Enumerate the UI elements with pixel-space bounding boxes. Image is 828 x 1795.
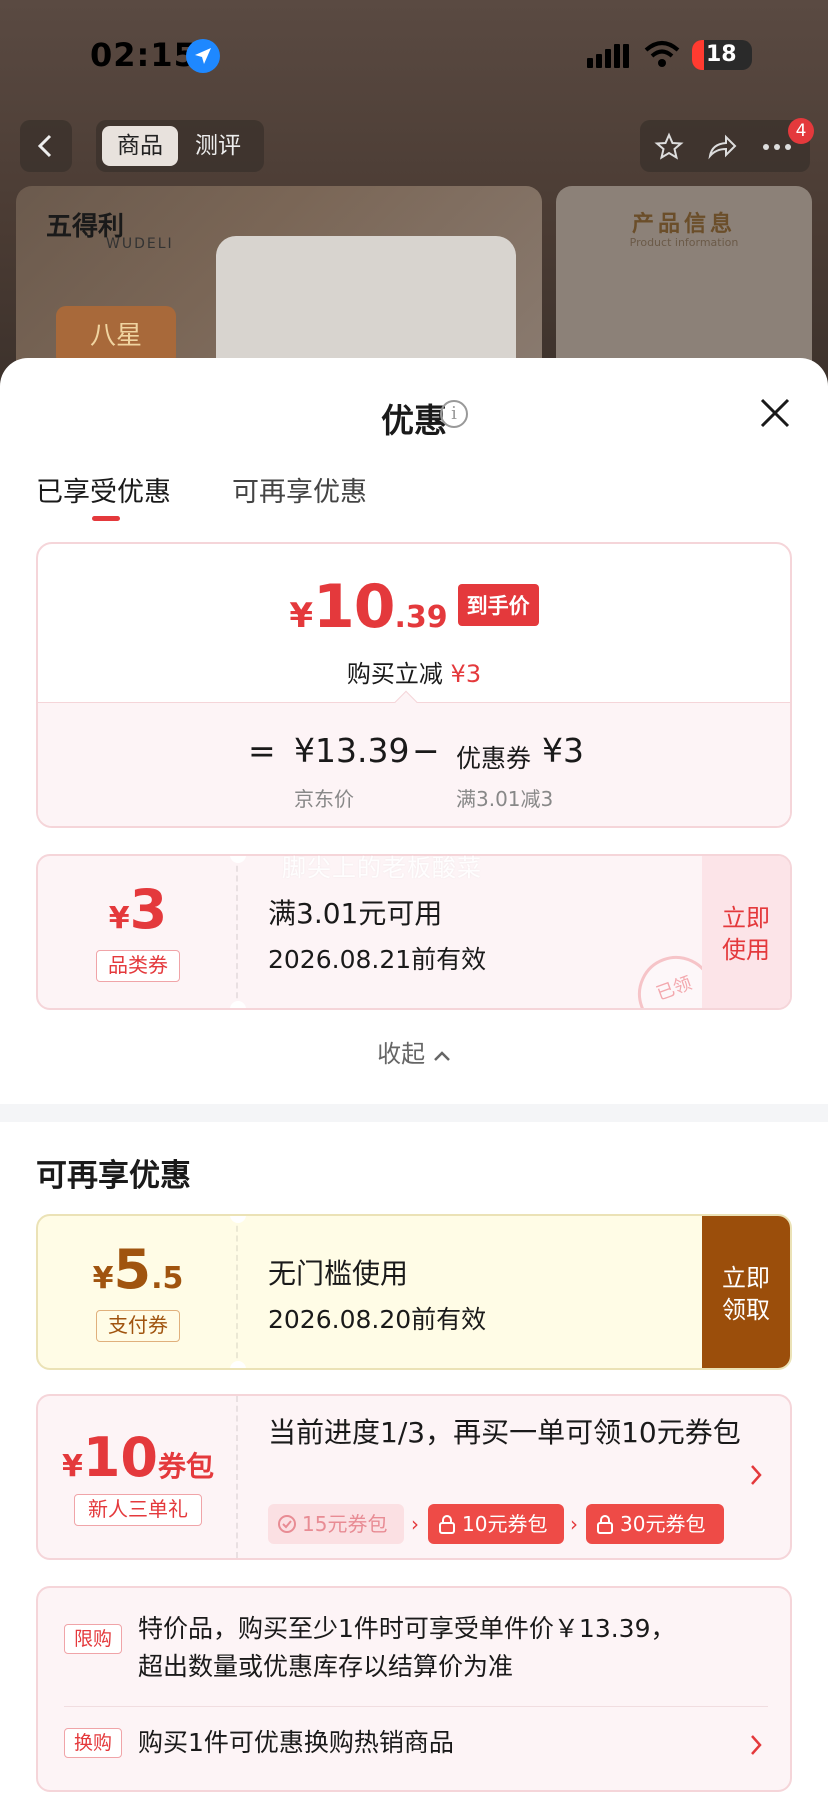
coupon-kind-badge: 品类券 (96, 950, 180, 982)
share-icon[interactable] (706, 132, 738, 162)
tab-more-discounts[interactable]: 可再享优惠 (232, 470, 367, 509)
product-info-image[interactable]: 产品信息 Product information (556, 186, 812, 386)
star-icon[interactable] (654, 132, 684, 162)
use-now-button[interactable]: 立即 使用 (702, 856, 790, 1008)
cellular-signal-icon (587, 44, 631, 72)
status-time: 02:15 (90, 36, 197, 74)
section-divider (0, 1104, 828, 1122)
pay-coupon-kind-badge: 支付券 (96, 1310, 180, 1342)
rule-tag-exchange: 换购 (64, 1728, 122, 1758)
lock-icon (597, 1515, 613, 1534)
saving-line: 购买立减 ¥3 (38, 654, 790, 689)
final-price: ¥10.39 到手价 (38, 572, 790, 642)
discount-sheet: 优惠 i 已享受优惠 可再享优惠 ¥10.39 到手价 购买立减 ¥3 = ¥13… (0, 358, 828, 1795)
bundle-amount: ¥10券包 (61, 1426, 215, 1489)
coupon-expiry: 2026.08.21前有效 (268, 945, 487, 974)
final-price-tag: 到手价 (457, 584, 539, 626)
location-arrow-icon (186, 39, 220, 73)
tab-enjoyed-discounts[interactable]: 已享受优惠 (36, 470, 171, 509)
more-discounts-title: 可再享优惠 (36, 1158, 191, 1194)
final-price-decimal: .39 (394, 600, 448, 635)
active-tab-indicator (92, 516, 120, 521)
newcomer-coupon-bundle[interactable]: ¥10券包 新人三单礼 当前进度1/3，再买一单可领10元券包 15元券包 › … (36, 1394, 792, 1560)
tab-product[interactable]: 商品 (102, 126, 178, 166)
header-actions (640, 120, 810, 172)
bundle-step-locked: 10元券包 (428, 1504, 564, 1544)
jd-price-label: 京东价 (294, 787, 354, 811)
pay-coupon: ¥5.5 支付券 无门槛使用 2026.08.20前有效 立即 领取 (36, 1214, 792, 1370)
bundle-step-locked: 30元券包 (586, 1504, 724, 1544)
watermark-text: 脚尖上的老板酸菜 (282, 854, 482, 882)
coupon-rule: 满3.01减3 (456, 787, 554, 811)
product-page-background: 02:15 18 商品 测评 4 五得利 WUDELI 八星 产品信息 Prod… (0, 0, 828, 386)
price-formula: = ¥13.39 − 优惠券 ¥3 京东价 满3.01减3 (38, 702, 790, 826)
pay-coupon-expiry: 2026.08.20前有效 (268, 1305, 487, 1334)
cart-count-badge: 4 (788, 118, 814, 144)
tab-review[interactable]: 测评 (180, 126, 256, 166)
coupon-value: ¥3 (542, 731, 584, 770)
product-image-main[interactable]: 五得利 WUDELI 八星 (16, 186, 542, 386)
bundle-kind-badge: 新人三单礼 (74, 1494, 202, 1526)
coupon-condition: 满3.01元可用 (268, 897, 443, 930)
chevron-right-icon (751, 1465, 762, 1485)
sheet-title: 优惠 (381, 401, 447, 440)
lock-icon (439, 1515, 455, 1534)
pay-coupon-condition: 无门槛使用 (268, 1257, 409, 1290)
bundle-progress-text: 当前进度1/3，再买一单可领10元券包 (268, 1416, 741, 1449)
back-button[interactable] (20, 120, 72, 172)
coupon-amount: ¥3 (108, 878, 168, 941)
price-breakdown-card: ¥10.39 到手价 购买立减 ¥3 = ¥13.39 − 优惠券 ¥3 京东价 … (36, 542, 792, 828)
pay-coupon-amount: ¥5.5 (92, 1238, 184, 1301)
rule-text-exchange[interactable]: 购买1件可优惠换购热销商品 (138, 1724, 454, 1762)
battery-indicator: 18 (692, 40, 752, 70)
info-icon[interactable]: i (440, 400, 468, 428)
formula-minus: − (412, 731, 440, 770)
product-info-subtitle: Product information (629, 236, 739, 249)
claim-now-button[interactable]: 立即 领取 (702, 1216, 790, 1368)
grade-badge: 八星 (56, 306, 176, 366)
collapse-button[interactable]: 收起 (0, 1034, 828, 1069)
step-arrow-icon: › (570, 1512, 578, 1536)
final-price-integer: 10 (313, 572, 395, 642)
wifi-icon (644, 40, 680, 72)
chevron-up-icon (433, 1051, 450, 1061)
product-tabs: 商品 测评 (96, 120, 264, 172)
purchase-rules: 限购 特价品，购买至少1件时可享受单件价￥13.39，超出数量或优惠库存以结算价… (36, 1586, 792, 1792)
saving-label: 购买立减 (346, 660, 443, 688)
chevron-right-icon[interactable] (748, 1732, 764, 1758)
formula-equals: = (248, 731, 276, 770)
product-info-title: 产品信息 (631, 212, 736, 237)
close-icon[interactable] (758, 396, 792, 430)
status-bar: 02:15 18 (0, 36, 828, 76)
more-icon[interactable] (762, 142, 792, 152)
step-arrow-icon: › (411, 1512, 419, 1536)
rule-tag-limit: 限购 (64, 1624, 122, 1654)
chevron-left-icon (37, 134, 52, 158)
brand-logo-en: WUDELI (106, 236, 174, 252)
saving-value: ¥3 (450, 660, 482, 688)
coupon-label: 优惠券 (456, 744, 532, 773)
jd-price-value: ¥13.39 (294, 731, 410, 770)
battery-level: 18 (706, 42, 737, 67)
bundle-step-claimed: 15元券包 (268, 1504, 404, 1544)
check-circle-icon (278, 1515, 296, 1533)
rule-text-limit: 特价品，购买至少1件时可享受单件价￥13.39，超出数量或优惠库存以结算价为准 (138, 1614, 676, 1681)
